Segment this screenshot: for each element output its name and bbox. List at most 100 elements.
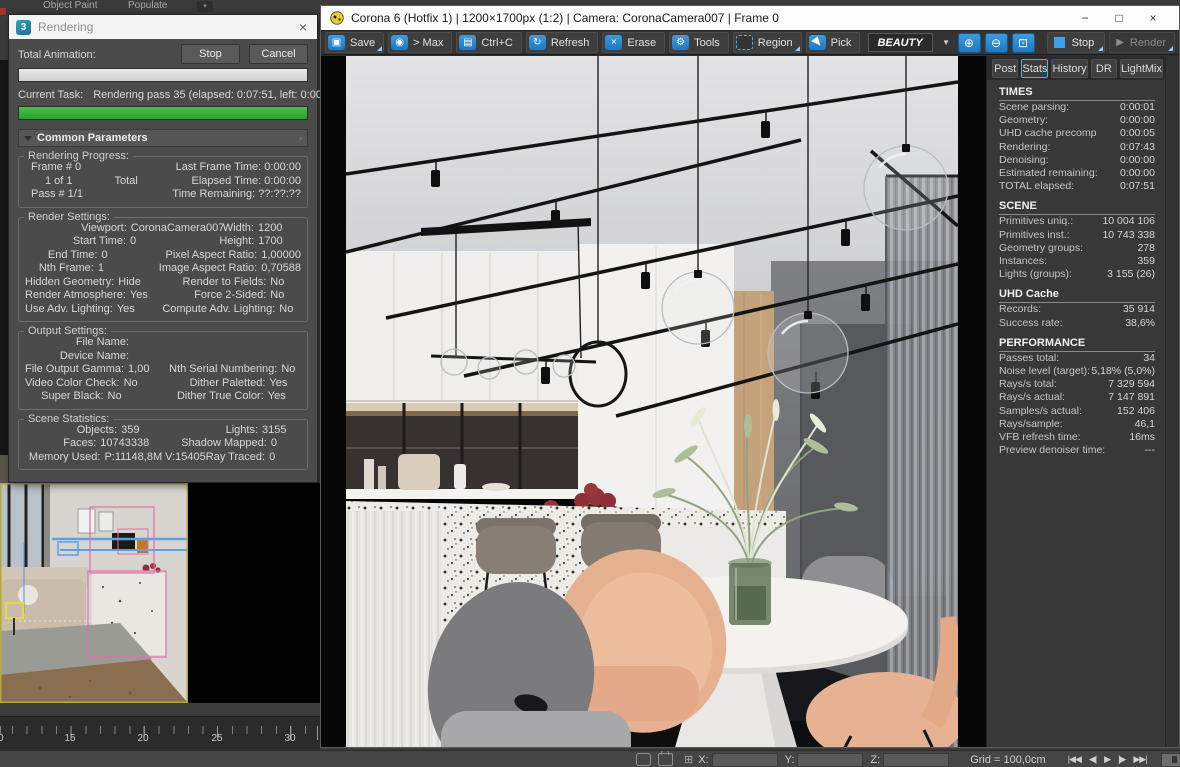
stats-row: Geometry groups: 278 [999,241,1155,254]
zoom-in-icon[interactable]: ⊕ [957,32,981,53]
region-button[interactable]: Region [732,32,802,53]
viewport-scene [0,483,188,703]
selection-lock-icon[interactable] [658,751,673,766]
ribbon-tab-object-paint[interactable]: Object Paint [43,0,97,11]
vfb-toolbar: ▣ Save ◉ > Max ▤ Ctrl+C ↻ Refresh × Erase ⚙ To… [321,30,1179,55]
tab-post[interactable]: Post [992,59,1019,78]
stats-row: VFB refresh time: 16ms [999,431,1155,444]
grid-size-label: Grid = 100,0cm [970,753,1046,766]
set-key-button[interactable] [1160,752,1180,767]
cancel-button[interactable]: Cancel [249,44,308,64]
current-task-label: Current Task: [18,89,84,101]
tab-history[interactable]: History [1051,59,1088,78]
group-title: Render Settings: [24,210,114,223]
settings-row: Render Atmosphere: Yes Force 2-Sided: No [25,289,285,301]
stop-button[interactable]: Stop [181,44,240,64]
viewport-sliver [0,455,8,483]
section-title: PERFORMANCE [999,337,1155,352]
timeline-label: 20 [137,733,149,744]
refresh-button[interactable]: ↻ Refresh [525,32,599,53]
current-task-progressbar [18,106,308,120]
ribbon-tab-populate[interactable]: Populate [128,0,167,11]
settings-row: Use Adv. Lighting: Yes Compute Adv. Light… [25,302,294,315]
stats-section-uhd-cache: UHD Cache Records: 35 914 Success rate: 38,… [999,288,1155,329]
play-icon: ▶ [1116,37,1124,48]
group-title: Scene Statistics: [24,412,114,425]
minimize-icon[interactable]: − [1068,11,1102,25]
stats-row: Rays/s actual: 7 147 891 [999,391,1155,404]
save-button[interactable]: ▣ Save [325,32,385,53]
settings-row: End Time: 0 Pixel Aspect Ratio: 1,00000 [47,248,301,261]
channel-dropdown-icon[interactable]: ▼ [939,33,954,52]
viewport-edge-marker [0,8,6,15]
total-label: Total [114,174,138,187]
group-title: Rendering Progress: [24,150,133,162]
coordinate-display-icon[interactable]: ⊞ [684,753,693,766]
y-field[interactable] [797,752,864,767]
rollout-arrow-icon [24,135,32,141]
coord-x: X: [698,752,778,767]
send-to-max-button[interactable]: ◉ > Max [388,32,453,53]
tab-lightmix[interactable]: LightMix [1120,59,1163,78]
pick-button[interactable]: Pick [805,32,861,53]
timeline-label: 30 [284,733,296,744]
viewport-left-edge [0,60,8,483]
stats-row: Lights (groups): 3 155 (26) [999,268,1155,281]
render-image [346,56,958,747]
statistics-row: Objects: 359 Lights: 3155 [76,423,287,436]
stats-row: Primitives inst.: 10 743 338 [999,228,1155,241]
total-animation-label: Total Animation: [18,49,96,61]
tools-button[interactable]: ⚙ Tools [669,32,729,53]
dialog-titlebar[interactable]: 3 Rendering × [9,15,317,39]
vfb-render-button[interactable]: ▶ Render [1109,32,1175,53]
timeline-label: 15 [64,733,76,744]
vfb-stop-button[interactable]: Stop [1046,32,1106,53]
vfb-title-text: Corona 6 (Hotfix 1) | 1200×1700px (1:2) … [351,11,779,25]
region-icon [735,35,753,50]
copy-button[interactable]: ▤ Ctrl+C [456,32,522,53]
maximize-icon[interactable]: □ [1102,11,1136,25]
zoom-out-icon[interactable]: ⊖ [984,32,1008,53]
z-label: Z: [870,753,881,766]
playback-button[interactable]: ▶▶| [1133,754,1147,765]
vfb-titlebar[interactable]: Corona 6 (Hotfix 1) | 1200×1700px (1:2) … [321,6,1179,30]
ribbon-dropdown-icon[interactable]: ▾ [197,1,213,12]
playback-button[interactable]: ▶ [1104,754,1111,765]
stats-row: Primitives uniq.: 10 004 106 [999,215,1155,228]
status-bar: ⊞ X: Y: Z: Grid = 100,0cm |◀◀◀|▶|▶▶▶| Au… [0,750,1180,767]
settings-row: Video Color Check: No Dither Paletted: Yes [25,376,288,389]
x-field[interactable] [711,752,778,767]
group-title: Output Settings: [24,325,111,337]
playback-button[interactable]: ◀| [1089,754,1097,765]
render-canvas[interactable] [321,56,986,747]
close-icon[interactable]: × [1136,11,1170,25]
x-label: X: [698,753,709,766]
coord-y: Y: [784,752,864,767]
settings-row: File Name: [75,336,129,348]
settings-row: Viewport: CoronaCamera007 Width: 1200 [81,221,283,234]
settings-row: File Output Gamma: 1,00 Nth Serial Number… [25,363,296,375]
y-label: Y: [784,753,795,766]
vfb-tabs: Post Stats History DR LightMix [987,56,1179,80]
z-field[interactable] [883,752,950,767]
zoom-fit-icon[interactable]: ⊡ [1011,32,1035,53]
erase-button[interactable]: × Erase [602,32,666,53]
secondary-viewport[interactable] [188,483,320,705]
common-parameters-rollout[interactable]: Common Parameters ▪ [18,129,308,147]
dialog-title: Rendering [38,20,94,34]
pass-number: Pass # 1/1 [31,188,83,200]
elapsed-time: Elapsed Time: 0:00:00 [191,174,301,187]
tab-stats[interactable]: Stats [1021,59,1049,78]
dialog-close-icon[interactable]: × [296,20,310,34]
timeline-ruler[interactable]: 10 15 20 25 30 [0,716,320,751]
playback-button[interactable]: |◀◀ [1068,754,1082,765]
channel-selector[interactable]: BEAUTY [868,33,933,52]
corona-vfb-window: Corona 6 (Hotfix 1) | 1200×1700px (1:2) … [320,5,1180,748]
rollout-grip-icon: ▪ [299,133,302,143]
playback-button[interactable]: |▶ [1118,754,1126,765]
tab-dr[interactable]: DR [1090,59,1118,78]
camera-viewport-preview[interactable] [0,483,188,703]
stats-row: Denoising: 0:00:00 [999,153,1155,166]
select-and-link-icon[interactable] [636,753,651,766]
coord-z: Z: [870,752,950,767]
